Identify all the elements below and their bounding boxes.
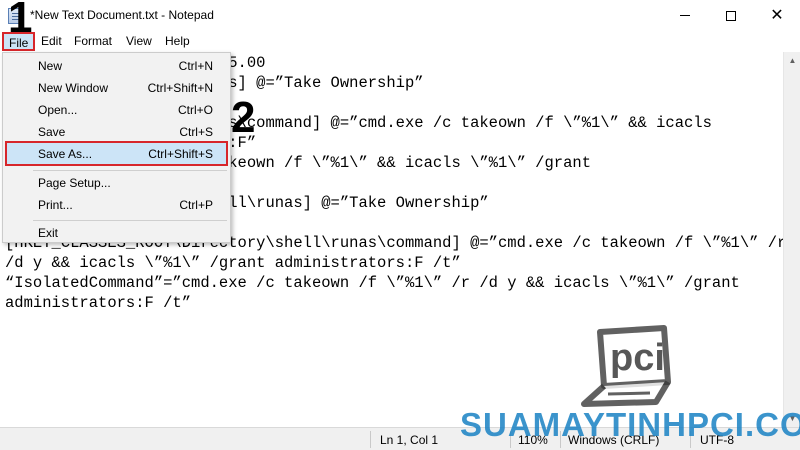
step-2-annotation: 2 — [231, 93, 256, 142]
step-1-annotation: 1 — [8, 0, 33, 42]
menu-format[interactable]: Format — [70, 34, 116, 48]
scroll-up-icon[interactable]: ▲ — [784, 52, 800, 69]
menu-item-save[interactable]: Save Ctrl+S — [5, 121, 228, 143]
menu-item-print[interactable]: Print... Ctrl+P — [5, 194, 228, 216]
cursor-position: Ln 1, Col 1 — [380, 433, 439, 447]
maximize-button[interactable] — [708, 0, 754, 31]
menu-item-shortcut: Ctrl+Shift+S — [148, 147, 213, 161]
minimize-icon — [680, 15, 690, 16]
editor-line: “IsolatedCommand”=”cmd.exe /c takeown /f… — [5, 274, 740, 292]
menu-edit[interactable]: Edit — [37, 34, 66, 48]
menu-item-new-window[interactable]: New Window Ctrl+Shift+N — [5, 77, 228, 99]
close-button[interactable]: ✕ — [754, 0, 800, 31]
editor-line: administrators:F /t” — [5, 294, 192, 312]
menu-item-label: Exit — [38, 226, 59, 240]
menu-item-save-as[interactable]: Save As... Ctrl+Shift+S — [5, 141, 228, 166]
menu-item-shortcut: Ctrl+N — [178, 59, 213, 73]
vertical-scrollbar[interactable]: ▲ ▼ — [783, 52, 800, 427]
menu-item-shortcut: Ctrl+Shift+N — [147, 81, 213, 95]
file-menu-dropdown: New Ctrl+N New Window Ctrl+Shift+N Open.… — [2, 52, 231, 243]
menu-item-page-setup[interactable]: Page Setup... — [5, 172, 228, 194]
editor-line: /d y && icacls \”%1\” /grant administrat… — [5, 254, 461, 272]
watermark-site-text: SUAMAYTINHPCI.COM — [460, 406, 800, 443]
menu-separator — [33, 220, 227, 221]
menu-item-exit[interactable]: Exit — [5, 222, 228, 244]
menu-item-label: Save — [38, 125, 66, 139]
menu-item-shortcut: Ctrl+P — [179, 198, 213, 212]
logo-text: pci — [610, 337, 665, 379]
menu-item-shortcut: Ctrl+S — [179, 125, 213, 139]
menu-item-open[interactable]: Open... Ctrl+O — [5, 99, 228, 121]
menu-item-label: Save As... — [38, 147, 93, 161]
title-bar: *New Text Document.txt - Notepad ✕ — [0, 0, 800, 31]
menu-item-label: Open... — [38, 103, 78, 117]
menu-item-label: New — [38, 59, 63, 73]
status-separator — [370, 431, 371, 448]
laptop-logo-icon: pci — [581, 325, 671, 407]
menu-item-label: Print... — [38, 198, 73, 212]
menu-view[interactable]: View — [122, 34, 156, 48]
menu-item-label: New Window — [38, 81, 109, 95]
window-title: *New Text Document.txt - Notepad — [30, 8, 214, 22]
menu-item-label: Page Setup... — [38, 176, 111, 190]
maximize-icon — [726, 10, 736, 21]
menu-item-shortcut: Ctrl+O — [177, 103, 213, 117]
close-icon: ✕ — [770, 6, 784, 24]
menu-help[interactable]: Help — [161, 34, 194, 48]
menu-item-new[interactable]: New Ctrl+N — [5, 55, 228, 77]
minimize-button[interactable] — [662, 0, 708, 31]
menu-bar: File Edit Format View Help — [0, 31, 800, 52]
menu-separator — [33, 170, 227, 171]
